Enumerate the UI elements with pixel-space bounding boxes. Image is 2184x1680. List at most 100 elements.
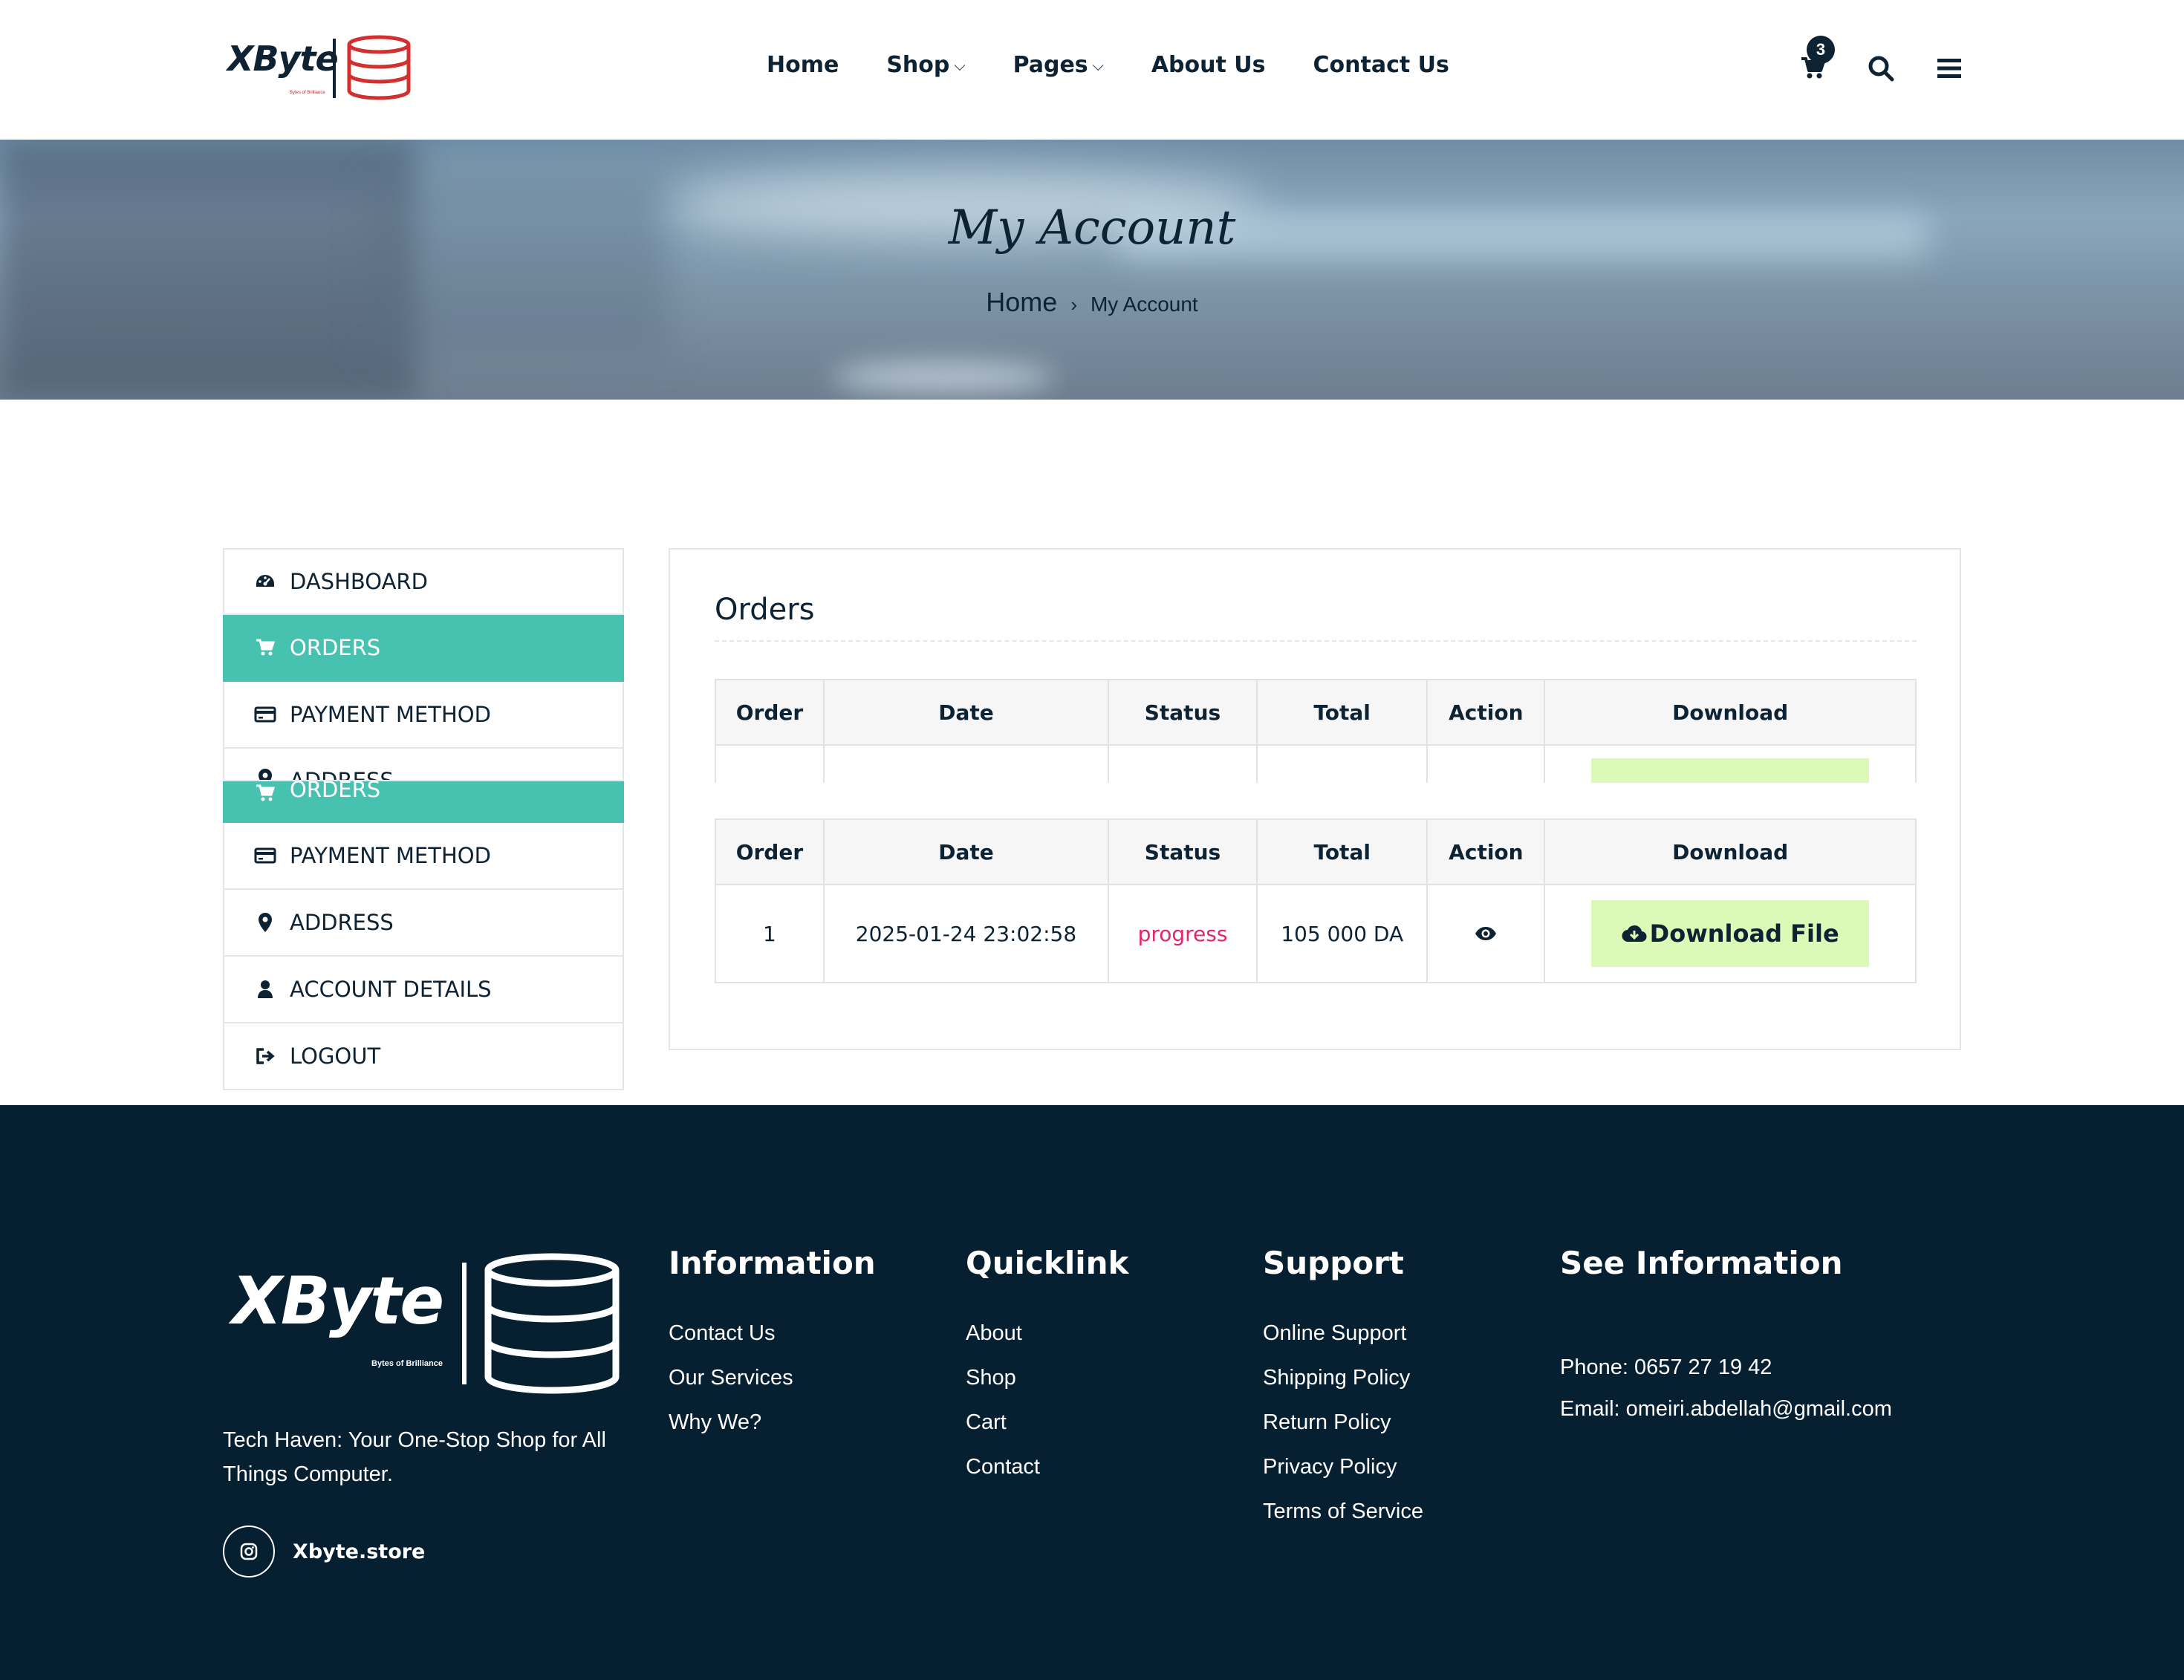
footer-link-return-policy[interactable]: Return Policy	[1263, 1400, 1423, 1445]
col-header-status: Status	[1108, 679, 1258, 746]
breadcrumb-home[interactable]: Home	[986, 287, 1057, 317]
footer-link-about[interactable]: About	[966, 1311, 1128, 1355]
footer-link-contact-us[interactable]: Contact Us	[669, 1311, 876, 1355]
dashboard-icon	[254, 573, 276, 590]
sidebar-item-address[interactable]: ADDRESS	[223, 749, 624, 781]
nav-home[interactable]: Home	[767, 52, 839, 78]
search-icon	[1868, 56, 1894, 82]
nav-contact-label: Contact Us	[1313, 52, 1449, 78]
sidebar-item-payment-method[interactable]: PAYMENT METHOD	[223, 823, 624, 890]
col-header-status: Status	[1108, 818, 1258, 885]
footer-link-terms-of-service[interactable]: Terms of Service	[1263, 1489, 1423, 1534]
chevron-down-icon: ⌵	[1092, 56, 1104, 74]
col-header-date: Date	[822, 818, 1110, 885]
nav-home-label: Home	[767, 52, 839, 78]
orders-table-ghost-wrapper: Order Date Status Total Action Download	[670, 550, 1963, 783]
cart-icon	[254, 784, 276, 802]
site-header: XByte Bytes of Brilliance Home Shop ⌵ Pag…	[0, 0, 2184, 140]
sidebar-item-label: ADDRESS	[290, 910, 394, 935]
cart-count-badge: 3	[1807, 36, 1835, 64]
download-file-label: Download File	[1649, 919, 1839, 948]
site-footer: XByte Bytes of Brilliance Tech Haven: Yo…	[0, 1105, 2184, 1680]
col-header-action: Action	[1426, 818, 1546, 885]
order-number: 1	[715, 884, 825, 983]
footer-quicklink: Quicklink About Shop Cart Contact	[966, 1245, 1128, 1489]
sidebar-item-label: LOGOUT	[290, 1044, 381, 1069]
breadcrumb-separator: ›	[1070, 293, 1077, 316]
footer-link-shipping-policy[interactable]: Shipping Policy	[1263, 1355, 1423, 1400]
brand-tagline: Bytes of Brilliance	[290, 91, 325, 95]
footer-heading: Support	[1263, 1245, 1404, 1281]
footer-heading: See Information	[1560, 1245, 1843, 1281]
user-icon	[254, 980, 276, 999]
download-button[interactable]	[1591, 758, 1870, 783]
footer-brand-name: XByte	[232, 1263, 444, 1339]
footer-link-online-support[interactable]: Online Support	[1263, 1311, 1423, 1355]
sidebar-item-orders[interactable]: ORDERS	[223, 615, 624, 682]
breadcrumb: Home › My Account	[0, 287, 2184, 318]
main-nav: Home Shop ⌵ Pages ⌵ About Us Contact Us	[767, 52, 1497, 78]
brand-logo[interactable]: XByte Bytes of Brilliance	[223, 33, 416, 107]
page-title: My Account	[948, 201, 1236, 255]
search-button[interactable]	[1866, 53, 1896, 83]
footer-link-contact[interactable]: Contact	[966, 1445, 1128, 1489]
instagram-button[interactable]	[223, 1526, 275, 1578]
footer-link-shop[interactable]: Shop	[966, 1355, 1128, 1400]
nav-shop-label: Shop	[886, 52, 950, 78]
sidebar-item-account-details[interactable]: ACCOUNT DETAILS	[223, 957, 624, 1023]
table-row: 1 2025-01-24 23:02:58 progress 105 000 D…	[715, 884, 1917, 983]
footer-link-cart[interactable]: Cart	[966, 1400, 1128, 1445]
database-icon	[484, 1253, 620, 1394]
map-marker-icon	[254, 912, 276, 933]
footer-link-why-we[interactable]: Why We?	[669, 1400, 876, 1445]
nav-about-label: About Us	[1151, 52, 1266, 78]
credit-card-icon	[254, 706, 276, 723]
sidebar-item-label: DASHBOARD	[290, 569, 428, 594]
col-header-total: Total	[1255, 679, 1429, 746]
download-file-button[interactable]: Download File	[1591, 900, 1870, 967]
nav-contact-us[interactable]: Contact Us	[1313, 52, 1449, 78]
sidebar-item-label: ORDERS	[290, 635, 381, 660]
database-icon	[347, 35, 411, 100]
breadcrumb-current: My Account	[1090, 293, 1198, 316]
order-total: 105 000 DA	[1255, 884, 1429, 983]
footer-link-our-services[interactable]: Our Services	[669, 1355, 876, 1400]
nav-about-us[interactable]: About Us	[1151, 52, 1266, 78]
sidebar-item-orders[interactable]: ORDERS	[223, 781, 624, 823]
col-header-action: Action	[1426, 679, 1546, 746]
sidebar-item-payment-method[interactable]: PAYMENT METHOD	[223, 682, 624, 749]
footer-brand-tagline: Bytes of Brilliance	[371, 1359, 443, 1368]
nav-pages[interactable]: Pages ⌵	[1013, 52, 1104, 78]
instagram-icon	[240, 1543, 258, 1560]
orders-table-ghost: Order Date Status Total Action Download	[715, 679, 1917, 783]
sidebar-item-dashboard[interactable]: DASHBOARD	[223, 548, 624, 615]
credit-card-icon	[254, 847, 276, 864]
sidebar-item-logout[interactable]: LOGOUT	[223, 1023, 624, 1090]
page-banner	[0, 140, 2184, 400]
footer-logo[interactable]: XByte Bytes of Brilliance	[223, 1251, 624, 1399]
logo-divider	[462, 1263, 467, 1384]
sidebar-item-label: ADDRESS	[290, 768, 394, 781]
nav-shop[interactable]: Shop ⌵	[886, 52, 965, 78]
eye-icon	[1475, 926, 1497, 940]
account-sidebar: DASHBOARD ORDERS PAYMENT METHOD ADDRESS …	[223, 548, 624, 1090]
sidebar-item-label: ORDERS	[290, 781, 381, 802]
col-header-date: Date	[822, 679, 1110, 746]
footer-about-text: Tech Haven: Your One-Stop Shop for All T…	[223, 1428, 606, 1486]
menu-button[interactable]	[1934, 53, 1964, 83]
menu-icon	[1937, 59, 1961, 78]
social-handle[interactable]: Xbyte.store	[293, 1540, 425, 1563]
sidebar-item-address[interactable]: ADDRESS	[223, 890, 624, 957]
footer-link-privacy-policy[interactable]: Privacy Policy	[1263, 1445, 1423, 1489]
order-status: progress	[1108, 884, 1258, 983]
order-date: 2025-01-24 23:02:58	[822, 884, 1110, 983]
logo-divider	[333, 39, 336, 98]
footer-heading: Quicklink	[966, 1245, 1129, 1281]
table-row	[715, 744, 1917, 783]
view-order-button[interactable]	[1426, 884, 1546, 983]
footer-heading: Information	[669, 1245, 876, 1281]
footer-email[interactable]: Email: omeiri.abdellah@gmail.com	[1560, 1388, 1892, 1430]
footer-social: Xbyte.store	[223, 1526, 425, 1578]
sign-out-icon	[254, 1047, 276, 1065]
footer-see-information: See Information Phone: 0657 27 19 42 Ema…	[1560, 1245, 1892, 1430]
